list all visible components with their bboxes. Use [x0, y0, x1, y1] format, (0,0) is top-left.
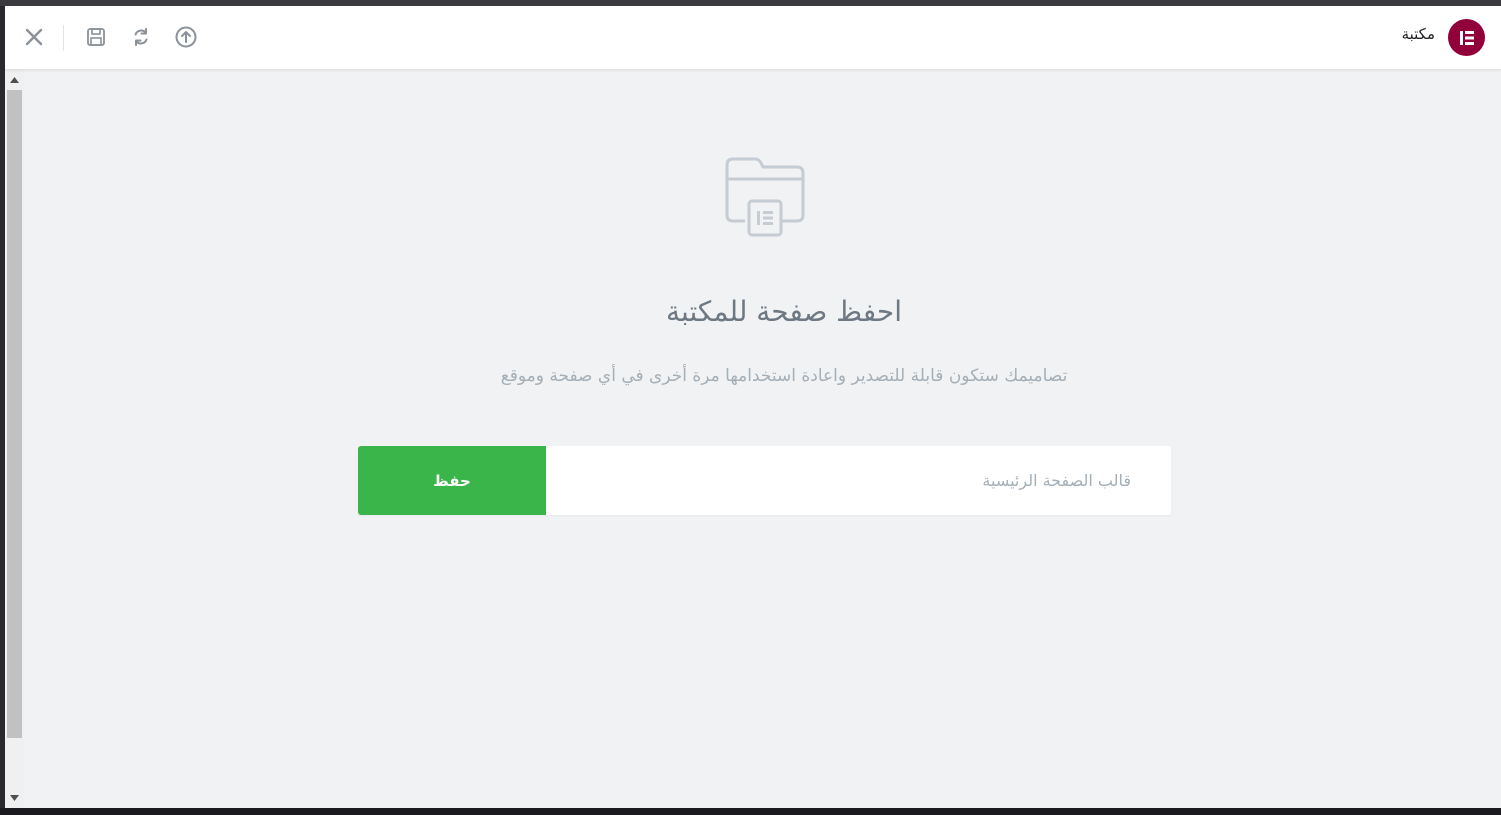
save-icon	[86, 27, 106, 47]
empty-state-description: تصاميمك ستكون قابلة للتصدير واعادة استخد…	[500, 366, 1068, 386]
vertical-scrollbar[interactable]	[5, 69, 24, 808]
template-name-input[interactable]	[546, 446, 1171, 515]
close-icon	[24, 27, 44, 47]
header-title: مكتبة	[1401, 25, 1435, 43]
library-modal: مكتبة احفظ صفحة للمكتبة تصاميمك ستكون قا…	[5, 6, 1501, 808]
empty-state-title: احفظ صفحة للمكتبة	[665, 295, 903, 328]
save-template-button[interactable]	[83, 24, 109, 50]
backdrop-bottom	[0, 808, 1501, 815]
scroll-up-arrow-icon[interactable]	[5, 71, 24, 88]
elementor-logo-icon	[1448, 19, 1485, 56]
folder-template-icon	[723, 155, 807, 239]
save-button[interactable]: حفظ	[358, 446, 546, 515]
upload-icon	[175, 26, 197, 48]
save-template-form: حفظ	[358, 446, 1171, 515]
scroll-down-arrow-icon[interactable]	[5, 789, 24, 806]
modal-header: مكتبة	[5, 6, 1501, 69]
scrollbar-thumb[interactable]	[7, 90, 22, 738]
header-divider	[63, 25, 64, 51]
sync-icon	[131, 27, 151, 47]
save-template-panel: احفظ صفحة للمكتبة تصاميمك ستكون قابلة لل…	[24, 69, 1501, 808]
sync-library-button[interactable]	[128, 24, 154, 50]
close-button[interactable]	[21, 24, 47, 50]
import-template-button[interactable]	[173, 24, 199, 50]
